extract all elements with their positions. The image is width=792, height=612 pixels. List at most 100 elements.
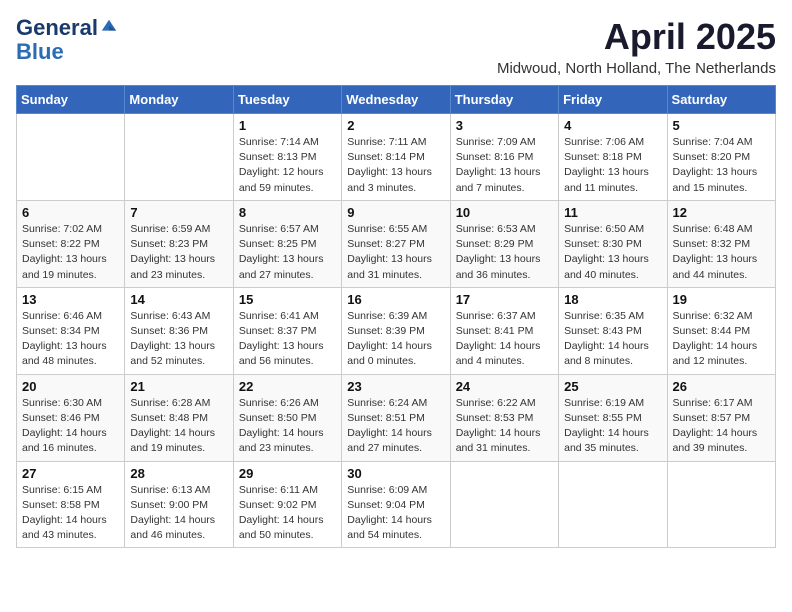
calendar-cell: 20 Sunrise: 6:30 AM Sunset: 8:46 PM Dayli… [17, 374, 125, 461]
calendar-cell: 27 Sunrise: 6:15 AM Sunset: 8:58 PM Dayli… [17, 461, 125, 548]
day-number: 17 [456, 292, 553, 307]
calendar-cell [125, 114, 233, 201]
calendar-cell: 24 Sunrise: 6:22 AM Sunset: 8:53 PM Dayli… [450, 374, 558, 461]
day-info: Sunrise: 6:09 AM Sunset: 9:04 PM Dayligh… [347, 483, 444, 544]
day-number: 24 [456, 379, 553, 394]
day-number: 2 [347, 118, 444, 133]
calendar-week-row: 27 Sunrise: 6:15 AM Sunset: 8:58 PM Dayli… [17, 461, 776, 548]
day-number: 16 [347, 292, 444, 307]
day-info: Sunrise: 6:19 AM Sunset: 8:55 PM Dayligh… [564, 396, 661, 457]
day-info: Sunrise: 7:06 AM Sunset: 8:18 PM Dayligh… [564, 135, 661, 196]
day-number: 22 [239, 379, 336, 394]
day-number: 21 [130, 379, 227, 394]
day-info: Sunrise: 6:28 AM Sunset: 8:48 PM Dayligh… [130, 396, 227, 457]
day-number: 28 [130, 466, 227, 481]
day-info: Sunrise: 6:22 AM Sunset: 8:53 PM Dayligh… [456, 396, 553, 457]
day-info: Sunrise: 6:50 AM Sunset: 8:30 PM Dayligh… [564, 222, 661, 283]
logo: General Blue [16, 16, 118, 64]
calendar-cell: 1Sunrise: 7:14 AM Sunset: 8:13 PM Daylig… [233, 114, 341, 201]
weekday-header: Thursday [450, 86, 558, 114]
day-info: Sunrise: 6:57 AM Sunset: 8:25 PM Dayligh… [239, 222, 336, 283]
calendar-cell: 11 Sunrise: 6:50 AM Sunset: 8:30 PM Dayli… [559, 200, 667, 287]
calendar-cell: 26 Sunrise: 6:17 AM Sunset: 8:57 PM Dayli… [667, 374, 775, 461]
day-number: 20 [22, 379, 119, 394]
day-info: Sunrise: 7:02 AM Sunset: 8:22 PM Dayligh… [22, 222, 119, 283]
day-info: Sunrise: 6:37 AM Sunset: 8:41 PM Dayligh… [456, 309, 553, 370]
calendar-cell: 4Sunrise: 7:06 AM Sunset: 8:18 PM Daylig… [559, 114, 667, 201]
calendar-week-row: 20 Sunrise: 6:30 AM Sunset: 8:46 PM Dayli… [17, 374, 776, 461]
weekday-header: Friday [559, 86, 667, 114]
calendar-week-row: 6 Sunrise: 7:02 AM Sunset: 8:22 PM Daylig… [17, 200, 776, 287]
calendar-cell: 10Sunrise: 6:53 AM Sunset: 8:29 PM Dayli… [450, 200, 558, 287]
day-number: 13 [22, 292, 119, 307]
calendar-cell: 7Sunrise: 6:59 AM Sunset: 8:23 PM Daylig… [125, 200, 233, 287]
calendar-cell: 16 Sunrise: 6:39 AM Sunset: 8:39 PM Dayli… [342, 287, 450, 374]
day-info: Sunrise: 7:09 AM Sunset: 8:16 PM Dayligh… [456, 135, 553, 196]
day-info: Sunrise: 6:48 AM Sunset: 8:32 PM Dayligh… [673, 222, 770, 283]
day-number: 19 [673, 292, 770, 307]
day-info: Sunrise: 6:32 AM Sunset: 8:44 PM Dayligh… [673, 309, 770, 370]
day-number: 29 [239, 466, 336, 481]
day-info: Sunrise: 6:55 AM Sunset: 8:27 PM Dayligh… [347, 222, 444, 283]
day-info: Sunrise: 6:17 AM Sunset: 8:57 PM Dayligh… [673, 396, 770, 457]
day-number: 8 [239, 205, 336, 220]
day-info: Sunrise: 7:04 AM Sunset: 8:20 PM Dayligh… [673, 135, 770, 196]
day-info: Sunrise: 6:15 AM Sunset: 8:58 PM Dayligh… [22, 483, 119, 544]
header: General Blue April 2025 Midwoud, North H… [16, 16, 776, 77]
day-number: 10 [456, 205, 553, 220]
day-number: 11 [564, 205, 661, 220]
day-info: Sunrise: 6:39 AM Sunset: 8:39 PM Dayligh… [347, 309, 444, 370]
logo-icon [100, 18, 118, 36]
calendar-cell: 13 Sunrise: 6:46 AM Sunset: 8:34 PM Dayli… [17, 287, 125, 374]
day-number: 30 [347, 466, 444, 481]
calendar-cell: 29 Sunrise: 6:11 AM Sunset: 9:02 PM Dayli… [233, 461, 341, 548]
day-number: 25 [564, 379, 661, 394]
day-number: 5 [673, 118, 770, 133]
calendar-cell: 25 Sunrise: 6:19 AM Sunset: 8:55 PM Dayli… [559, 374, 667, 461]
day-number: 14 [130, 292, 227, 307]
day-info: Sunrise: 6:11 AM Sunset: 9:02 PM Dayligh… [239, 483, 336, 544]
day-info: Sunrise: 6:13 AM Sunset: 9:00 PM Dayligh… [130, 483, 227, 544]
day-info: Sunrise: 6:26 AM Sunset: 8:50 PM Dayligh… [239, 396, 336, 457]
calendar-title: April 2025 [497, 16, 776, 58]
calendar-cell: 21 Sunrise: 6:28 AM Sunset: 8:48 PM Dayli… [125, 374, 233, 461]
calendar-cell: 22 Sunrise: 6:26 AM Sunset: 8:50 PM Dayli… [233, 374, 341, 461]
calendar-cell: 2 Sunrise: 7:11 AM Sunset: 8:14 PM Daylig… [342, 114, 450, 201]
weekday-header-row: SundayMondayTuesdayWednesdayThursdayFrid… [17, 86, 776, 114]
weekday-header: Sunday [17, 86, 125, 114]
day-info: Sunrise: 7:14 AM Sunset: 8:13 PM Dayligh… [239, 135, 336, 196]
calendar-cell [559, 461, 667, 548]
logo-blue: Blue [16, 40, 118, 64]
day-info: Sunrise: 6:43 AM Sunset: 8:36 PM Dayligh… [130, 309, 227, 370]
day-info: Sunrise: 6:30 AM Sunset: 8:46 PM Dayligh… [22, 396, 119, 457]
calendar-cell: 9 Sunrise: 6:55 AM Sunset: 8:27 PM Daylig… [342, 200, 450, 287]
day-number: 23 [347, 379, 444, 394]
day-number: 27 [22, 466, 119, 481]
day-info: Sunrise: 6:59 AM Sunset: 8:23 PM Dayligh… [130, 222, 227, 283]
calendar-cell: 17 Sunrise: 6:37 AM Sunset: 8:41 PM Dayli… [450, 287, 558, 374]
calendar-cell: 14 Sunrise: 6:43 AM Sunset: 8:36 PM Dayli… [125, 287, 233, 374]
day-info: Sunrise: 7:11 AM Sunset: 8:14 PM Dayligh… [347, 135, 444, 196]
calendar-cell [667, 461, 775, 548]
calendar-cell: 3 Sunrise: 7:09 AM Sunset: 8:16 PM Daylig… [450, 114, 558, 201]
calendar-cell: 19 Sunrise: 6:32 AM Sunset: 8:44 PM Dayli… [667, 287, 775, 374]
day-number: 12 [673, 205, 770, 220]
calendar-table: SundayMondayTuesdayWednesdayThursdayFrid… [16, 85, 776, 548]
calendar-cell: 18Sunrise: 6:35 AM Sunset: 8:43 PM Dayli… [559, 287, 667, 374]
weekday-header: Saturday [667, 86, 775, 114]
calendar-cell: 15Sunrise: 6:41 AM Sunset: 8:37 PM Dayli… [233, 287, 341, 374]
calendar-cell [450, 461, 558, 548]
day-number: 26 [673, 379, 770, 394]
calendar-cell: 12 Sunrise: 6:48 AM Sunset: 8:32 PM Dayli… [667, 200, 775, 287]
day-number: 3 [456, 118, 553, 133]
calendar-cell: 5 Sunrise: 7:04 AM Sunset: 8:20 PM Daylig… [667, 114, 775, 201]
calendar-cell: 8 Sunrise: 6:57 AM Sunset: 8:25 PM Daylig… [233, 200, 341, 287]
day-number: 6 [22, 205, 119, 220]
calendar-cell: 28 Sunrise: 6:13 AM Sunset: 9:00 PM Dayli… [125, 461, 233, 548]
calendar-week-row: 1Sunrise: 7:14 AM Sunset: 8:13 PM Daylig… [17, 114, 776, 201]
calendar-cell: 6 Sunrise: 7:02 AM Sunset: 8:22 PM Daylig… [17, 200, 125, 287]
weekday-header: Tuesday [233, 86, 341, 114]
day-number: 18 [564, 292, 661, 307]
day-number: 9 [347, 205, 444, 220]
day-info: Sunrise: 6:46 AM Sunset: 8:34 PM Dayligh… [22, 309, 119, 370]
